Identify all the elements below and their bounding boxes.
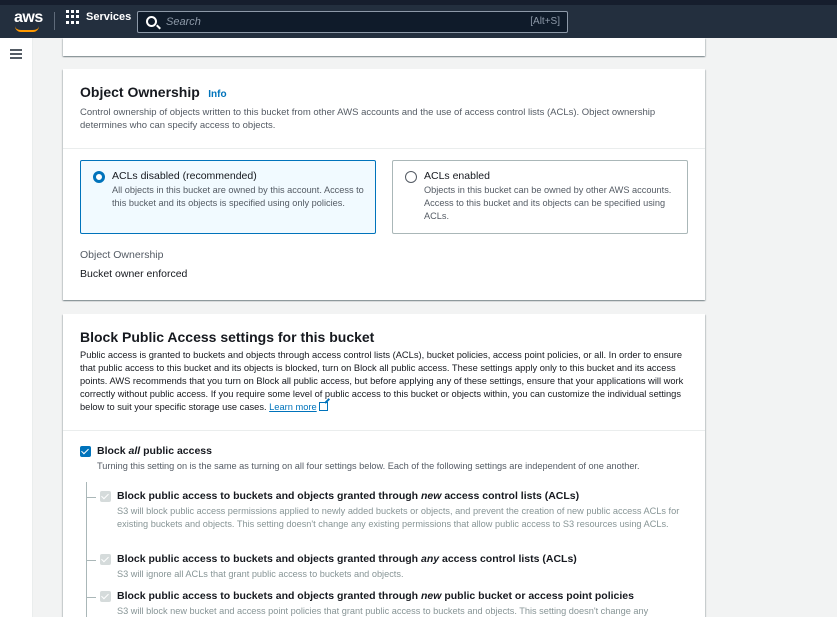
section-divider [63,148,705,149]
block-any-acls-checkbox[interactable] [100,554,111,565]
tree-branch [86,597,96,598]
previous-section-panel [63,38,705,56]
block-any-acls-description: S3 will ignore all ACLs that grant publi… [117,569,404,579]
object-ownership-panel: Object Ownership Info Control ownership … [63,69,705,300]
acls-enabled-option[interactable]: ACLs enabled Objects in this bucket can … [392,160,688,234]
search-icon [146,16,157,27]
object-ownership-field-value: Bucket owner enforced [80,268,188,280]
block-new-policies-checkbox[interactable] [100,591,111,602]
external-link-icon [318,402,328,411]
block-any-acls-label: Block public access to buckets and objec… [117,553,577,565]
object-ownership-title: Object Ownership [80,84,200,100]
block-public-access-panel: Block Public Access settings for this bu… [63,314,705,617]
side-navigation-rail [0,38,33,617]
acls-enabled-description: Objects in this bucket can be owned by o… [424,185,672,221]
top-navigation-bar: aws Services [Alt+S] [0,0,837,38]
block-new-acls-label: Block public access to buckets and objec… [117,490,580,502]
block-public-access-title: Block Public Access settings for this bu… [80,329,375,345]
search-shortcut-hint: [Alt+S] [530,16,560,27]
object-ownership-description: Control ownership of objects written to … [80,107,656,131]
acls-enabled-label: ACLs enabled [424,170,490,182]
block-new-policies-label: Block public access to buckets and objec… [117,590,634,602]
search-input[interactable] [166,13,506,31]
services-label: Services [86,11,132,23]
section-divider [63,430,705,431]
menu-icon[interactable] [10,49,22,59]
object-ownership-field-label: Object Ownership [80,249,164,261]
block-new-acls-description: S3 will block public access permissions … [117,506,680,529]
aws-logo-smile-icon [15,26,39,32]
services-menu-button[interactable]: Services [66,10,131,24]
tree-branch [86,497,96,498]
block-public-access-description: Public access is granted to buckets and … [80,350,684,412]
block-new-acls-checkbox[interactable] [100,491,111,502]
block-all-checkbox[interactable] [80,446,91,457]
acls-disabled-label: ACLs disabled (recommended) [112,170,257,182]
info-link[interactable]: Info [208,89,226,100]
search-box[interactable]: [Alt+S] [137,11,568,33]
block-new-policies-description: S3 will block new bucket and access poin… [117,606,649,616]
acls-disabled-option[interactable]: ACLs disabled (recommended) All objects … [80,160,376,234]
grid-icon [66,10,80,24]
acls-disabled-description: All objects in this bucket are owned by … [112,185,364,208]
block-all-description: Turning this setting on is the same as t… [97,461,640,471]
radio-unselected-icon[interactable] [405,171,417,183]
block-all-label[interactable]: Block all public access [97,445,212,457]
learn-more-link[interactable]: Learn more [269,402,317,412]
radio-selected-icon[interactable] [93,171,105,183]
tree-branch [86,560,96,561]
nav-divider [54,12,55,30]
aws-logo[interactable]: aws [14,9,43,27]
